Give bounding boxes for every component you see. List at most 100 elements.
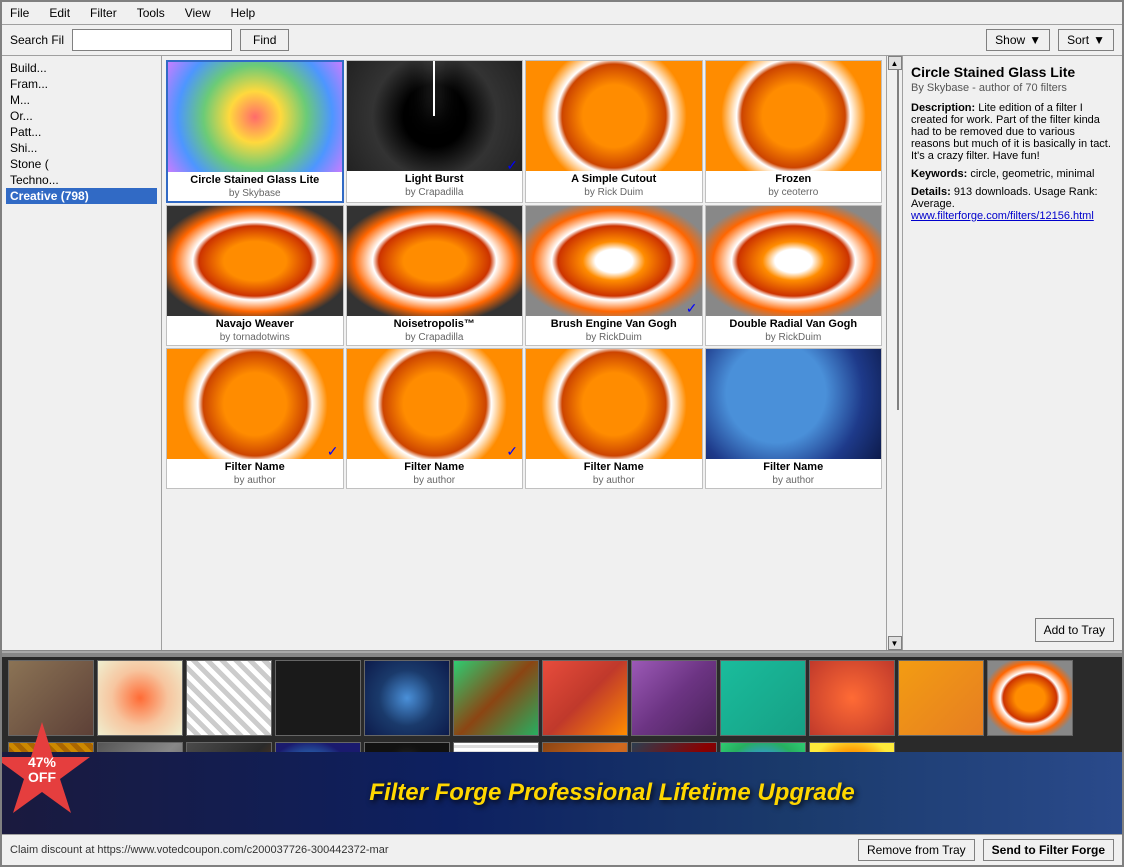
tray-content: 47% OFF Filter Forge Professional Lifeti… <box>2 657 1122 834</box>
filter-name-r3c2: Filter Name <box>347 459 523 475</box>
filter-author-lightburst: by Crapadilla <box>347 187 523 200</box>
search-input[interactable] <box>72 29 232 51</box>
checkmark-brush: ✓ <box>686 300 698 317</box>
checkmark-r3c1: ✓ <box>327 443 339 460</box>
scroll-thumb[interactable] <box>897 70 899 410</box>
filter-thumb-navajo <box>167 206 343 316</box>
sidebar-item-creative[interactable]: Creative (798) <box>6 188 157 204</box>
filter-thumb-frozen <box>706 61 882 171</box>
tray-item-4[interactable] <box>275 660 361 736</box>
tray-row-1 <box>2 657 1122 739</box>
menu-edit[interactable]: Edit <box>45 4 74 22</box>
badge-text: 47% OFF <box>28 755 56 786</box>
vertical-scrollbar[interactable]: ▲ ▼ <box>886 56 902 650</box>
badge-off: OFF <box>28 769 56 785</box>
filter-card-cutout[interactable]: A Simple Cutout by Rick Duim <box>525 60 703 203</box>
filter-card-light-burst[interactable]: ✓ Light Burst by Crapadilla <box>346 60 524 203</box>
filter-grid-scrollable[interactable]: Circle Stained Glass Lite by Skybase ✓ L… <box>162 56 886 650</box>
filter-thumb-lightburst <box>347 61 523 171</box>
filter-detail-title: Circle Stained Glass Lite <box>911 64 1114 80</box>
filter-card-double-van-gogh[interactable]: Double Radial Van Gogh by RickDuim <box>705 205 883 346</box>
filter-card-r3c2[interactable]: ✓ Filter Name by author <box>346 348 524 489</box>
badge-percent: 47% <box>28 754 56 770</box>
menu-view[interactable]: View <box>181 4 215 22</box>
filter-author-r3c4: by author <box>706 475 882 488</box>
filter-thumb-noise <box>347 206 523 316</box>
filter-author-cutout: by Rick Duim <box>526 187 702 200</box>
menu-filter[interactable]: Filter <box>86 4 121 22</box>
filter-thumb-r3c4 <box>706 349 882 459</box>
promo-banner: 47% OFF Filter Forge Professional Lifeti… <box>2 752 1122 834</box>
filter-name-noise: Noisetropolis™ <box>347 316 523 332</box>
tray-item-9[interactable] <box>720 660 806 736</box>
filter-thumb-r3c3 <box>526 349 702 459</box>
grid-with-scroll: Circle Stained Glass Lite by Skybase ✓ L… <box>162 56 902 650</box>
tray-item-5[interactable] <box>364 660 450 736</box>
permalink-link[interactable]: www.filterforge.com/filters/12156.html <box>911 210 1094 222</box>
filter-name-r3c3: Filter Name <box>526 459 702 475</box>
filter-card-navajo[interactable]: Navajo Weaver by tornadotwins <box>166 205 344 346</box>
filter-card-brush-van-gogh[interactable]: ✓ Brush Engine Van Gogh by RickDuim <box>525 205 703 346</box>
sidebar-item-shi[interactable]: Shi... <box>6 140 157 156</box>
remove-from-tray-button[interactable]: Remove from Tray <box>858 839 975 861</box>
sidebar-item-or[interactable]: Or... <box>6 108 157 124</box>
find-button[interactable]: Find <box>240 29 289 51</box>
filter-thumb-double <box>706 206 882 316</box>
add-to-tray-button[interactable]: Add to Tray <box>1035 618 1114 642</box>
tray-item-8[interactable] <box>631 660 717 736</box>
filter-card-r3c4[interactable]: Filter Name by author <box>705 348 883 489</box>
sort-chevron-icon: ▼ <box>1093 33 1105 47</box>
sidebar-item-techno[interactable]: Techno... <box>6 172 157 188</box>
tray-item-3[interactable] <box>186 660 272 736</box>
filter-name-double: Double Radial Van Gogh <box>706 316 882 332</box>
filter-thumb-r3c2 <box>347 349 523 459</box>
description-label: Description: <box>911 102 975 114</box>
filter-author-r3c2: by author <box>347 475 523 488</box>
tray-item-11[interactable] <box>898 660 984 736</box>
sidebar-item-m[interactable]: M... <box>6 92 157 108</box>
right-panel: Circle Stained Glass Lite By Skybase - a… <box>902 56 1122 650</box>
filter-name-r3c4: Filter Name <box>706 459 882 475</box>
checkmark-light-burst: ✓ <box>506 157 518 174</box>
tray-item-7[interactable] <box>542 660 628 736</box>
filter-author-noise: by Crapadilla <box>347 332 523 345</box>
menu-help[interactable]: Help <box>227 4 260 22</box>
sidebar-item-patt[interactable]: Patt... <box>6 124 157 140</box>
filter-card-r3c1[interactable]: ✓ Filter Name by author <box>166 348 344 489</box>
show-chevron-icon: ▼ <box>1029 33 1041 47</box>
sort-button[interactable]: Sort ▼ <box>1058 29 1114 51</box>
filter-author-r3c3: by author <box>526 475 702 488</box>
filter-author-r3c1: by author <box>167 475 343 488</box>
filter-detail-author: By Skybase - author of 70 filters <box>911 82 1114 94</box>
main-window: File Edit Filter Tools View Help Search … <box>0 0 1124 867</box>
filter-thumb-stained <box>168 62 342 172</box>
checkmark-r3c2: ✓ <box>506 443 518 460</box>
tray-item-2[interactable] <box>97 660 183 736</box>
discount-url: Claim discount at https://www.votedcoupo… <box>10 844 850 856</box>
bottom-bar: Claim discount at https://www.votedcoupo… <box>2 834 1122 865</box>
scroll-up-arrow[interactable]: ▲ <box>888 56 902 70</box>
filter-card-stained-glass[interactable]: Circle Stained Glass Lite by Skybase <box>166 60 344 203</box>
search-label: Search Fil <box>10 33 64 47</box>
filter-thumb-brush <box>526 206 702 316</box>
show-button[interactable]: Show ▼ <box>986 29 1050 51</box>
filter-name-navajo: Navajo Weaver <box>167 316 343 332</box>
sidebar-item-fram[interactable]: Fram... <box>6 76 157 92</box>
filter-card-frozen[interactable]: Frozen by ceoterro <box>705 60 883 203</box>
filter-name-brush: Brush Engine Van Gogh <box>526 316 702 332</box>
tray-item-12[interactable] <box>987 660 1073 736</box>
sidebar: Build... Fram... M... Or... Patt... Shi.… <box>2 56 162 650</box>
filter-thumb-r3c1 <box>167 349 343 459</box>
sidebar-item-build[interactable]: Build... <box>6 60 157 76</box>
tray-item-6[interactable] <box>453 660 539 736</box>
menu-tools[interactable]: Tools <box>133 4 169 22</box>
tray-item-10[interactable] <box>809 660 895 736</box>
filter-detail-details: Details: 913 downloads. Usage Rank: Aver… <box>911 186 1114 222</box>
scroll-down-arrow[interactable]: ▼ <box>888 636 902 650</box>
sidebar-item-stone[interactable]: Stone ( <box>6 156 157 172</box>
filter-name-stained: Circle Stained Glass Lite <box>168 172 342 188</box>
filter-card-noise[interactable]: Noisetropolis™ by Crapadilla <box>346 205 524 346</box>
filter-card-r3c3[interactable]: Filter Name by author <box>525 348 703 489</box>
menu-file[interactable]: File <box>6 4 33 22</box>
send-to-filter-forge-button[interactable]: Send to Filter Forge <box>983 839 1114 861</box>
